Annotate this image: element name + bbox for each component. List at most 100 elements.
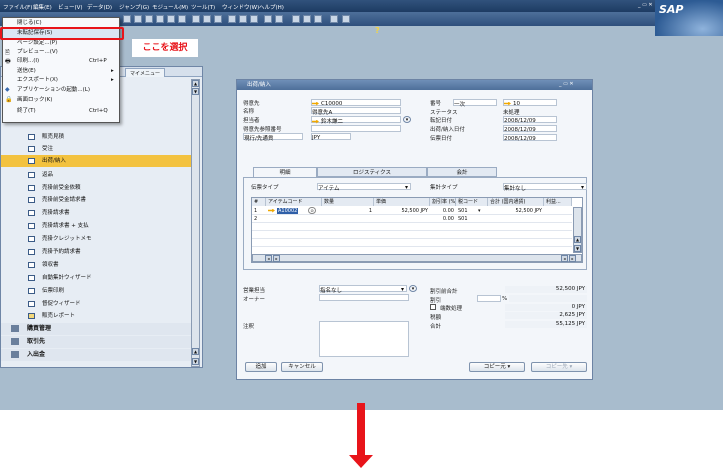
discount-cell[interactable]: 0.00: [430, 215, 454, 223]
scroll-left-icon[interactable]: ◂: [561, 255, 568, 262]
price-cell[interactable]: [374, 215, 428, 223]
menu-item-sales-quote[interactable]: 販売見積: [1, 131, 191, 143]
name-field[interactable]: 得意先A: [311, 107, 401, 116]
scroll-down-icon[interactable]: ▼: [574, 245, 581, 252]
menu-module[interactable]: モジュール(M): [152, 3, 188, 11]
menu-item-document-printing[interactable]: 伝票印刷: [1, 285, 191, 297]
toolbar-base-doc-icon[interactable]: [239, 15, 247, 23]
link-arrow-icon[interactable]: [268, 208, 275, 213]
toolbar-export-icon[interactable]: [275, 15, 283, 23]
link-arrow-icon[interactable]: [504, 101, 511, 106]
scroll-up-icon[interactable]: ▲: [192, 80, 199, 87]
col-header-num[interactable]: #: [252, 198, 266, 206]
file-menu-launch-app[interactable]: ◆ アプリケーションの起動...(L): [3, 86, 119, 95]
chevron-down-icon[interactable]: ▾: [478, 207, 481, 215]
menu-data[interactable]: データ(D): [87, 3, 112, 11]
toolbar-sort-icon[interactable]: [203, 15, 211, 23]
cancel-button[interactable]: キャンセル: [281, 362, 323, 372]
col-header-profit[interactable]: 利益...: [544, 198, 572, 206]
col-header-quantity[interactable]: 数量: [322, 198, 374, 206]
toolbar-next-icon[interactable]: [145, 15, 153, 23]
toolbar-target-doc-icon[interactable]: [250, 15, 258, 23]
link-arrow-icon[interactable]: [312, 119, 319, 124]
posting-date-field[interactable]: 2008/12/09: [503, 116, 557, 124]
toolbar-first-icon[interactable]: [123, 15, 131, 23]
dropdown-icon[interactable]: ▾: [409, 285, 417, 292]
toolbar-calc-icon[interactable]: [314, 15, 322, 23]
scroll-left-icon[interactable]: ◂: [265, 255, 272, 262]
quantity-cell[interactable]: 1: [322, 207, 372, 215]
doc-number-field[interactable]: 10: [503, 99, 557, 107]
item-type-select[interactable]: アイテム ▾: [317, 183, 411, 192]
menu-item-delivery[interactable]: 出荷/納入: [1, 155, 191, 167]
module-banking[interactable]: 入出金: [1, 349, 191, 361]
window-controls[interactable]: _ ▭ ✕: [559, 81, 589, 89]
dropdown-icon[interactable]: ▾: [403, 116, 411, 123]
grid-horizontal-scrollbar[interactable]: ◂ ▸ ◂ ▸: [252, 254, 582, 262]
table-row[interactable]: [252, 239, 572, 247]
currency-type-select[interactable]: 現行/先通貨: [243, 133, 303, 142]
tab-logistics[interactable]: ロジスティクス: [317, 167, 427, 177]
menu-window[interactable]: ウィンドウ(W): [222, 3, 259, 11]
menu-item-summary-wizard[interactable]: 自動集計ウィザード: [1, 272, 191, 284]
total-cell[interactable]: 52,500 JPY: [488, 207, 542, 215]
scroll-up-icon[interactable]: ▲: [574, 236, 581, 243]
copy-to-button[interactable]: コピー先 ▾: [531, 362, 587, 372]
discount-pct-field[interactable]: [477, 295, 501, 302]
link-arrow-icon[interactable]: [312, 101, 319, 106]
toolbar-alert-icon[interactable]: [330, 15, 338, 23]
tab-my-menu[interactable]: マイメニュー: [125, 68, 166, 77]
module-business-partners[interactable]: 取引先: [1, 336, 191, 348]
menu-tools[interactable]: ツール(T): [191, 3, 215, 11]
table-row[interactable]: 1 A10002 ⊙ 1 52,500 JPY 0.00 S01 ▾ 52,500…: [252, 207, 572, 215]
file-menu-exit[interactable]: 終了(T) Ctrl+Q: [3, 107, 119, 116]
toolbar-add-icon[interactable]: [178, 15, 186, 23]
menu-item-return[interactable]: 返品: [1, 169, 191, 181]
customer-field[interactable]: C10000: [311, 99, 401, 107]
module-purchasing[interactable]: 購買管理: [1, 323, 191, 335]
menu-item-invoice[interactable]: 売掛請求書: [1, 207, 191, 219]
col-header-price[interactable]: 単価: [374, 198, 430, 206]
col-header-total[interactable]: 合計 (国内通貨): [488, 198, 544, 206]
menu-item-down-payment-invoice[interactable]: 売掛前受金請求書: [1, 194, 191, 206]
summary-type-select[interactable]: 集計なし ▾: [503, 183, 587, 192]
menu-edit[interactable]: 編集(E): [33, 3, 52, 11]
toolbar-pen-icon[interactable]: [292, 15, 300, 23]
toolbar-report-icon[interactable]: [228, 15, 236, 23]
toolbar-settings-icon[interactable]: [303, 15, 311, 23]
file-menu-export[interactable]: エクスポート(X) ▸: [3, 76, 119, 85]
contact-field[interactable]: 鈴木謙二: [311, 116, 401, 125]
file-menu-send[interactable]: 送信(E) ▸: [3, 67, 119, 76]
menu-item-dunning-wizard[interactable]: 督促ウィザード: [1, 298, 191, 310]
menu-item-down-payment-request[interactable]: 売掛前受金依頼: [1, 182, 191, 194]
menu-item-receipt[interactable]: 領収書: [1, 259, 191, 271]
file-menu-print[interactable]: 🖶 印刷...(I) Ctrl+P: [3, 57, 119, 66]
scroll-right-icon[interactable]: ▸: [569, 255, 576, 262]
toolbar-layout-icon[interactable]: [342, 15, 350, 23]
document-date-field[interactable]: 2008/12/09: [503, 134, 557, 142]
window-controls[interactable]: _ ▭ ✕: [638, 2, 653, 8]
toolbar-find-icon[interactable]: [167, 15, 175, 23]
currency-field[interactable]: JPY: [311, 133, 351, 141]
scroll-up-icon[interactable]: ▲: [192, 348, 199, 355]
file-menu-page-setup[interactable]: ページ設定...(P): [3, 39, 119, 48]
scroll-down-icon[interactable]: ▼: [192, 358, 199, 365]
tab-contents[interactable]: 明細: [253, 167, 317, 177]
toolbar-last-icon[interactable]: [156, 15, 164, 23]
add-button[interactable]: 追加: [245, 362, 277, 372]
toolbar-copy-icon[interactable]: [214, 15, 222, 23]
tax-code-cell[interactable]: S01: [458, 215, 468, 223]
table-row[interactable]: [252, 231, 572, 239]
remarks-field[interactable]: [319, 321, 409, 357]
customer-ref-field[interactable]: [311, 125, 401, 132]
col-header-tax-code[interactable]: 税コード: [456, 198, 488, 206]
menu-item-invoice-payment[interactable]: 売掛請求書 + 支払: [1, 220, 191, 232]
series-select[interactable]: 一次: [453, 99, 497, 108]
menu-file[interactable]: ファイル(F): [3, 3, 32, 11]
menu-item-reserve-invoice[interactable]: 売掛予約請求書: [1, 246, 191, 258]
owner-field[interactable]: [319, 294, 409, 301]
menu-item-credit-memo[interactable]: 売掛クレジットメモ: [1, 233, 191, 245]
tax-code-cell[interactable]: S01: [458, 207, 468, 215]
scroll-right-icon[interactable]: ▸: [273, 255, 280, 262]
total-cell[interactable]: [488, 215, 542, 223]
